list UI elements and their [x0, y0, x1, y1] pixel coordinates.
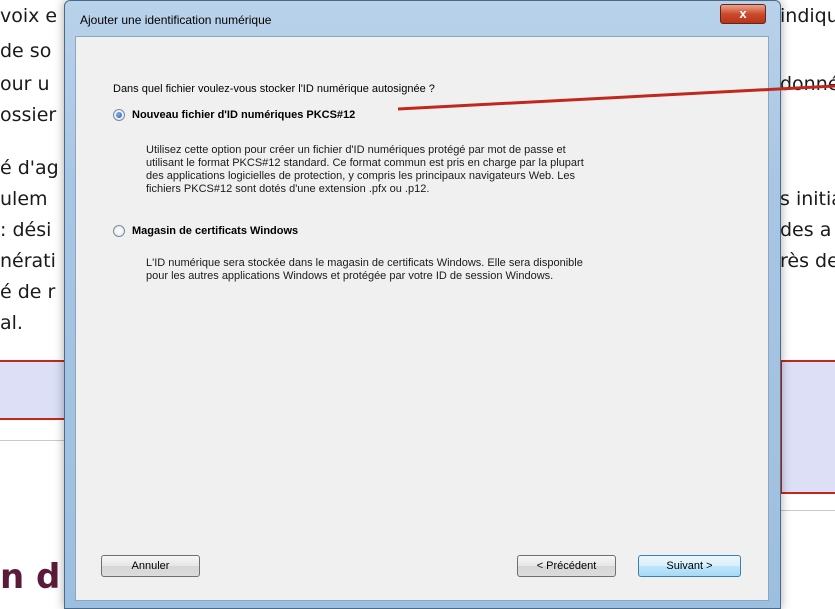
annotation-arrow [397, 84, 835, 111]
arrow-line [397, 84, 835, 111]
